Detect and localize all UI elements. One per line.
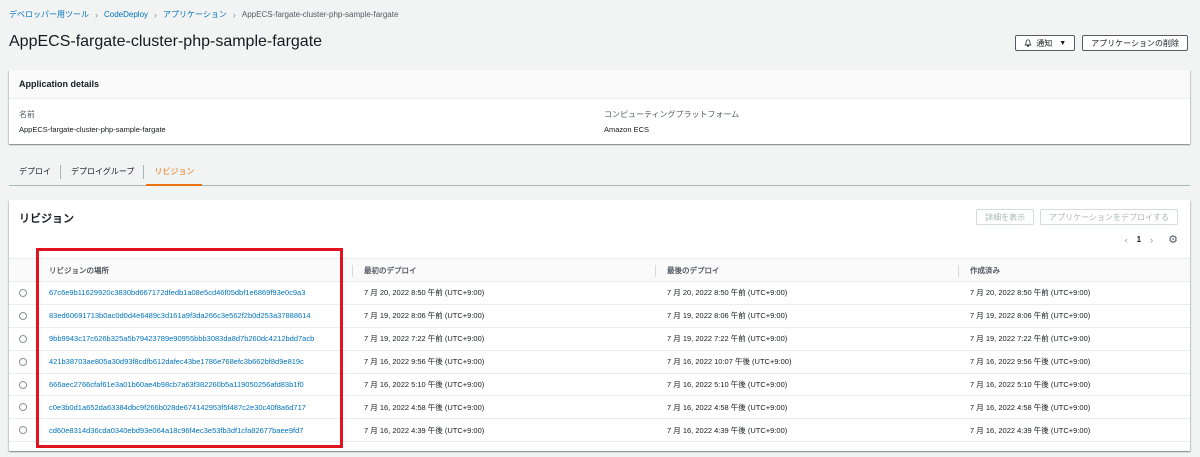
gear-icon[interactable]: ⚙ bbox=[1168, 233, 1178, 246]
row-radio[interactable] bbox=[19, 357, 27, 366]
view-details-button[interactable]: 詳細を表示 bbox=[976, 209, 1035, 225]
table-body: 67c6e9b11629920c3830bd667172dfedb1a08e5c… bbox=[9, 282, 1190, 443]
name-value: AppECS-fargate-cluster-php-sample-fargat… bbox=[19, 125, 166, 134]
table-row[interactable]: c0e3b0d1a652da63384dbc9f266b028de6741429… bbox=[9, 396, 1190, 420]
created-cell: 7 月 20, 2022 8:50 午前 (UTC+9:00) bbox=[970, 288, 1091, 298]
first-deploy-cell: 7 月 16, 2022 5:10 午後 (UTC+9:00) bbox=[364, 380, 485, 389]
created-cell: 7 月 16, 2022 4:58 午後 (UTC+9:00) bbox=[970, 402, 1091, 412]
row-radio[interactable] bbox=[19, 288, 27, 297]
row-radio[interactable] bbox=[19, 311, 27, 320]
chevron-left-icon[interactable]: ‹ bbox=[1125, 235, 1128, 245]
revisions-actions: 詳細を表示 アプリケーションをデプロイする bbox=[976, 209, 1178, 225]
last-deploy-cell: 7 月 16, 2022 10:07 午後 (UTC+9:00) bbox=[667, 357, 792, 367]
row-radio[interactable] bbox=[19, 380, 27, 389]
platform-label: コンピューティングプラットフォーム bbox=[604, 110, 740, 119]
chevron-right-icon: › bbox=[232, 9, 236, 20]
last-deploy-cell: 7 月 19, 2022 7:22 午前 (UTC+9:00) bbox=[667, 334, 788, 344]
table-header: リビジョンの場所 最初のデプロイ 最後のデプロイ 作成済み bbox=[9, 258, 1190, 282]
notify-button[interactable]: 通知 ▼ bbox=[1015, 35, 1076, 51]
first-deploy-cell: 7 月 16, 2022 9:56 午後 (UTC+9:00) bbox=[364, 357, 485, 367]
revision-location-link[interactable]: 666aec2766cfaf61e3a01b60ae4b98cb7a63f382… bbox=[37, 380, 352, 389]
application-details-header: Application details bbox=[9, 70, 1190, 99]
breadcrumb-developer-tools[interactable]: デベロッパー用ツール bbox=[9, 9, 89, 20]
deploy-application-button[interactable]: アプリケーションをデプロイする bbox=[1040, 209, 1178, 225]
platform-value: Amazon ECS bbox=[604, 125, 650, 134]
pagination: ‹ 1 › ⚙ bbox=[1125, 233, 1178, 246]
tab-bar: デプロイ デプロイグループ リビジョン bbox=[9, 158, 1190, 186]
breadcrumb-codedeploy[interactable]: CodeDeploy bbox=[104, 10, 148, 19]
delete-application-button[interactable]: アプリケーションの削除 bbox=[1082, 35, 1188, 51]
notify-label: 通知 bbox=[1036, 38, 1053, 48]
revision-location-link[interactable]: 421b38703ae805a30d93f8cdfb612dafec43be17… bbox=[37, 357, 352, 366]
tab-revisions[interactable]: リビジョン bbox=[144, 158, 204, 186]
created-cell: 7 月 19, 2022 7:22 午前 (UTC+9:00) bbox=[970, 334, 1091, 344]
tab-deployment-groups[interactable]: デプロイグループ bbox=[61, 158, 145, 185]
header-actions: 通知 ▼ アプリケーションの削除 bbox=[1015, 35, 1188, 51]
tab-deployments[interactable]: デプロイ bbox=[9, 158, 61, 185]
last-deploy-cell: 7 月 16, 2022 4:58 午後 (UTC+9:00) bbox=[667, 402, 788, 412]
first-deploy-cell: 7 月 19, 2022 8:06 午前 (UTC+9:00) bbox=[364, 311, 485, 321]
revisions-panel: リビジョン 詳細を表示 アプリケーションをデプロイする ‹ 1 › ⚙ リビジョ… bbox=[9, 200, 1190, 451]
row-radio[interactable] bbox=[19, 403, 27, 412]
revision-location-link[interactable]: 9bb9943c17c626b325a5b79423789e90955bbb30… bbox=[37, 334, 352, 343]
name-label: 名前 bbox=[19, 110, 35, 119]
revisions-table: リビジョンの場所 最初のデプロイ 最後のデプロイ 作成済み 67c6e9b116… bbox=[9, 258, 1190, 443]
application-details-panel: Application details 名前 AppECS-fargate-cl… bbox=[9, 70, 1190, 144]
last-deploy-cell: 7 月 16, 2022 5:10 午後 (UTC+9:00) bbox=[667, 380, 788, 389]
first-deploy-cell: 7 月 19, 2022 7:22 午前 (UTC+9:00) bbox=[364, 334, 485, 344]
last-deploy-cell: 7 月 16, 2022 4:39 午後 (UTC+9:00) bbox=[667, 425, 788, 435]
created-cell: 7 月 19, 2022 8:06 午前 (UTC+9:00) bbox=[970, 311, 1091, 321]
page-number[interactable]: 1 bbox=[1137, 235, 1141, 244]
revision-location-link[interactable]: 67c6e9b11629920c3830bd667172dfedb1a08e5c… bbox=[37, 288, 352, 297]
caret-down-icon: ▼ bbox=[1059, 39, 1067, 47]
column-header-revision-location[interactable]: リビジョンの場所 bbox=[37, 259, 352, 281]
row-radio[interactable] bbox=[19, 426, 27, 435]
column-header-last-deploy[interactable]: 最後のデプロイ bbox=[655, 259, 958, 281]
table-row[interactable]: 83ed60691713b0ac0d0d4e6489c3d161a9f3da26… bbox=[9, 305, 1190, 328]
table-row[interactable]: 67c6e9b11629920c3830bd667172dfedb1a08e5c… bbox=[9, 282, 1190, 305]
breadcrumb-applications[interactable]: アプリケーション bbox=[163, 9, 227, 20]
row-radio[interactable] bbox=[19, 334, 27, 343]
platform-field: コンピューティングプラットフォーム Amazon ECS bbox=[604, 109, 739, 134]
revision-location-link[interactable]: 83ed60691713b0ac0d0d4e6489c3d161a9f3da26… bbox=[37, 311, 352, 320]
table-row[interactable]: 9bb9943c17c626b325a5b79423789e90955bbb30… bbox=[9, 328, 1190, 351]
table-row[interactable]: cd60e8314d36cda0340ebd93e064a18c96f4ec3e… bbox=[9, 419, 1190, 443]
first-deploy-cell: 7 月 16, 2022 4:39 午後 (UTC+9:00) bbox=[364, 425, 485, 435]
bell-icon bbox=[1024, 39, 1032, 47]
revision-location-link[interactable]: cd60e8314d36cda0340ebd93e064a18c96f4ec3e… bbox=[37, 426, 352, 435]
breadcrumb-current: AppECS-fargate-cluster-php-sample-fargat… bbox=[241, 10, 399, 19]
last-deploy-cell: 7 月 19, 2022 8:06 午前 (UTC+9:00) bbox=[667, 311, 788, 321]
breadcrumb: デベロッパー用ツール › CodeDeploy › アプリケーション › App… bbox=[9, 9, 398, 20]
revision-location-link[interactable]: c0e3b0d1a652da63384dbc9f266b028de6741429… bbox=[37, 403, 352, 412]
column-header-first-deploy[interactable]: 最初のデプロイ bbox=[352, 259, 655, 281]
name-field: 名前 AppECS-fargate-cluster-php-sample-far… bbox=[19, 109, 166, 134]
last-deploy-cell: 7 月 20, 2022 8:50 午前 (UTC+9:00) bbox=[667, 288, 788, 298]
first-deploy-cell: 7 月 20, 2022 8:50 午前 (UTC+9:00) bbox=[364, 288, 485, 298]
created-cell: 7 月 16, 2022 9:56 午後 (UTC+9:00) bbox=[970, 357, 1091, 367]
first-deploy-cell: 7 月 16, 2022 4:58 午後 (UTC+9:00) bbox=[364, 402, 485, 412]
created-cell: 7 月 16, 2022 4:39 午後 (UTC+9:00) bbox=[970, 425, 1091, 435]
column-header-created[interactable]: 作成済み bbox=[958, 259, 1190, 281]
table-row[interactable]: 421b38703ae805a30d93f8cdfb612dafec43be17… bbox=[9, 351, 1190, 374]
table-row[interactable]: 666aec2766cfaf61e3a01b60ae4b98cb7a63f382… bbox=[9, 374, 1190, 397]
page-title: AppECS-fargate-cluster-php-sample-fargat… bbox=[9, 33, 323, 50]
chevron-right-icon[interactable]: › bbox=[1150, 235, 1153, 245]
chevron-right-icon: › bbox=[154, 9, 158, 20]
created-cell: 7 月 16, 2022 5:10 午後 (UTC+9:00) bbox=[970, 380, 1091, 389]
chevron-right-icon: › bbox=[95, 9, 98, 20]
revisions-title: リビジョン bbox=[19, 213, 74, 225]
